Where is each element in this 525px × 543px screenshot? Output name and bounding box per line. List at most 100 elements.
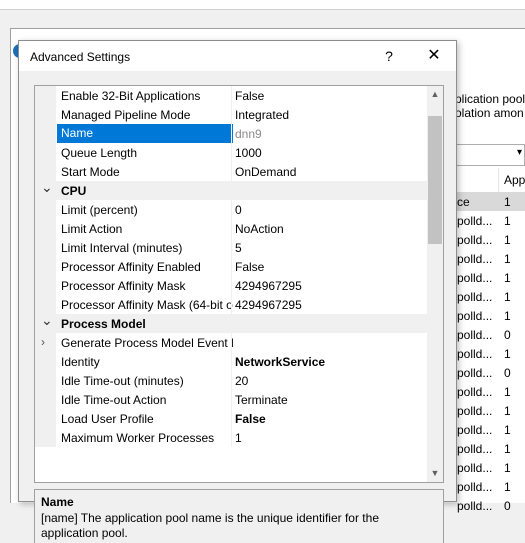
- property-value[interactable]: 0: [235, 203, 242, 217]
- property-value[interactable]: NetworkService: [235, 355, 325, 369]
- collapse-chevron-icon[interactable]: ⌄: [41, 179, 53, 196]
- column-separator: [231, 105, 232, 124]
- property-row[interactable]: Limit (percent) 0: [35, 200, 427, 219]
- row-gutter: [35, 105, 56, 124]
- property-row[interactable]: Processor Affinity Enabled False: [35, 257, 427, 276]
- background-dropdown[interactable]: ▾: [455, 144, 525, 166]
- vertical-scrollbar[interactable]: ▲ ▼: [427, 86, 443, 482]
- description-title: Name: [41, 495, 74, 509]
- description-text: [name] The application pool name is the …: [41, 511, 379, 540]
- dialog-title: Advanced Settings: [30, 50, 131, 64]
- collapse-chevron-icon[interactable]: ⌄: [41, 312, 53, 329]
- background-list-row[interactable]: polld... 1: [455, 439, 525, 458]
- background-list-row[interactable]: polld... 0: [455, 363, 525, 382]
- property-row[interactable]: Idle Time-out Action Terminate: [35, 390, 427, 409]
- property-value[interactable]: NoAction: [235, 222, 284, 236]
- property-value[interactable]: 5: [235, 241, 242, 255]
- property-row[interactable]: Start Mode OnDemand: [35, 162, 427, 181]
- property-value[interactable]: False: [235, 412, 266, 426]
- property-row[interactable]: Managed Pipeline Mode Integrated: [35, 105, 427, 124]
- property-name: Name: [57, 124, 233, 143]
- column-separator: [231, 333, 232, 352]
- property-row[interactable]: Queue Length 1000: [35, 143, 427, 162]
- background-pool-name: polld...: [457, 271, 493, 285]
- advanced-settings-dialog: Advanced Settings ? ✕ Enable 32-Bit Appl…: [18, 40, 457, 543]
- property-value[interactable]: OnDemand: [235, 165, 296, 179]
- column-separator: [231, 219, 232, 238]
- row-gutter: [35, 219, 56, 238]
- background-column-header[interactable]: App: [504, 173, 525, 187]
- background-pool-count: 1: [504, 214, 511, 228]
- column-separator: [231, 428, 232, 447]
- property-name: Managed Pipeline Mode: [61, 108, 191, 122]
- row-gutter: [35, 352, 56, 371]
- property-row[interactable]: Processor Affinity Mask (64-bit o 4294967…: [35, 295, 427, 314]
- property-row[interactable]: Load User Profile False: [35, 409, 427, 428]
- column-separator: [231, 200, 232, 219]
- background-pool-name: polld...: [457, 366, 493, 380]
- background-list-row[interactable]: polld... 1: [455, 401, 525, 420]
- background-list-row[interactable]: ce 1: [455, 192, 525, 211]
- background-app-pool-list: App ce 1 polld... 1 polld... 1 polld... 1 polld.…: [455, 168, 525, 513]
- property-name: Processor Affinity Mask (64-bit o: [61, 298, 233, 312]
- background-list-row[interactable]: polld... 0: [455, 496, 525, 515]
- property-row[interactable]: Identity NetworkService: [35, 352, 427, 371]
- property-value[interactable]: 4294967295: [235, 279, 302, 293]
- property-value[interactable]: 1: [235, 431, 242, 445]
- background-list-row[interactable]: polld... 0: [455, 325, 525, 344]
- property-value[interactable]: 1000: [235, 146, 262, 160]
- expand-chevron-icon[interactable]: ›: [41, 335, 45, 349]
- property-value[interactable]: False: [235, 260, 264, 274]
- background-list-row[interactable]: polld... 1: [455, 344, 525, 363]
- scrollbar-thumb[interactable]: [428, 116, 442, 244]
- background-pool-name: polld...: [457, 442, 493, 456]
- background-pool-name: polld...: [457, 290, 493, 304]
- property-row[interactable]: Enable 32-Bit Applications False: [35, 86, 427, 105]
- background-pool-count: 1: [504, 252, 511, 266]
- background-pool-name: polld...: [457, 309, 493, 323]
- property-row[interactable]: Limit Interval (minutes) 5: [35, 238, 427, 257]
- column-separator: [231, 143, 232, 162]
- property-row[interactable]: Name dnn9: [35, 124, 427, 143]
- background-list-header: App: [455, 168, 525, 193]
- row-gutter: [35, 124, 56, 143]
- background-list-row[interactable]: polld... 1: [455, 268, 525, 287]
- scroll-down-arrow-icon[interactable]: ▼: [427, 465, 443, 482]
- help-button[interactable]: ?: [374, 43, 404, 69]
- background-list-row[interactable]: polld... 1: [455, 477, 525, 496]
- column-separator: [231, 276, 232, 295]
- property-value[interactable]: 20: [235, 374, 248, 388]
- background-list-row[interactable]: polld... 1: [455, 458, 525, 477]
- property-row[interactable]: Idle Time-out (minutes) 20: [35, 371, 427, 390]
- property-value[interactable]: 4294967295: [235, 298, 302, 312]
- background-list-row[interactable]: polld... 1: [455, 249, 525, 268]
- background-pool-name: polld...: [457, 347, 493, 361]
- property-row[interactable]: › Generate Process Model Event L: [35, 333, 427, 352]
- column-separator: [231, 409, 232, 428]
- property-name: Idle Time-out Action: [61, 393, 167, 407]
- scroll-up-arrow-icon[interactable]: ▲: [427, 86, 443, 103]
- background-list-row[interactable]: polld... 1: [455, 287, 525, 306]
- property-value[interactable]: dnn9: [235, 127, 262, 141]
- property-value[interactable]: False: [235, 89, 264, 103]
- property-name: Enable 32-Bit Applications: [61, 89, 201, 103]
- property-row[interactable]: Maximum Worker Processes 1: [35, 428, 427, 447]
- property-category-row[interactable]: ⌄ Process Model: [35, 312, 427, 333]
- row-gutter: [35, 390, 56, 409]
- property-row[interactable]: Processor Affinity Mask 4294967295: [35, 276, 427, 295]
- row-gutter: [35, 257, 56, 276]
- property-row[interactable]: Limit Action NoAction: [35, 219, 427, 238]
- property-category-row[interactable]: ⌄ CPU: [35, 179, 427, 200]
- row-gutter: [35, 371, 56, 390]
- background-list-row[interactable]: polld... 1: [455, 306, 525, 325]
- property-name: Processor Affinity Mask: [61, 279, 186, 293]
- property-value[interactable]: Terminate: [235, 393, 288, 407]
- background-list-row[interactable]: polld... 1: [455, 382, 525, 401]
- background-pool-count: 1: [504, 442, 511, 456]
- background-list-row[interactable]: polld... 1: [455, 230, 525, 249]
- close-button[interactable]: ✕: [419, 43, 449, 69]
- background-list-row[interactable]: polld... 1: [455, 211, 525, 230]
- background-list-row[interactable]: polld... 1: [455, 420, 525, 439]
- property-value[interactable]: Integrated: [235, 108, 289, 122]
- background-pool-count: 1: [504, 404, 511, 418]
